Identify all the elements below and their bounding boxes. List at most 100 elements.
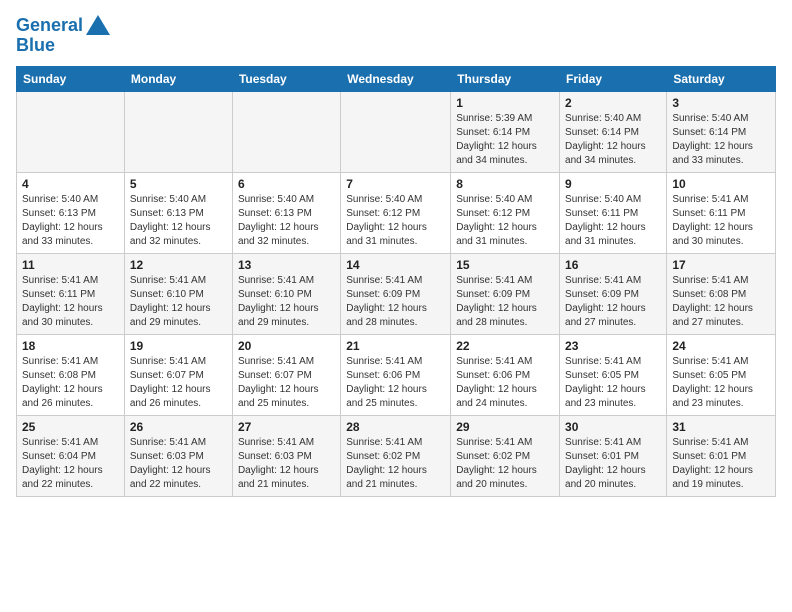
day-info: Sunrise: 5:40 AM Sunset: 6:11 PM Dayligh… — [565, 193, 661, 249]
calendar-cell: 2 Sunrise: 5:40 AM Sunset: 6:14 PM Daylig… — [560, 91, 667, 172]
day-number: 21 — [346, 339, 445, 353]
day-number: 26 — [130, 420, 227, 434]
day-number: 16 — [565, 258, 661, 272]
day-number: 1 — [456, 96, 554, 110]
calendar-cell: 16 Sunrise: 5:41 AM Sunset: 6:09 PM Dayli… — [560, 253, 667, 334]
day-number: 23 — [565, 339, 661, 353]
day-info: Sunrise: 5:40 AM Sunset: 6:12 PM Dayligh… — [346, 193, 445, 249]
calendar-cell: 6 Sunrise: 5:40 AM Sunset: 6:13 PM Daylig… — [232, 172, 340, 253]
calendar-body: 1 Sunrise: 5:39 AM Sunset: 6:14 PM Daylig… — [17, 91, 776, 496]
logo: General Blue — [16, 16, 110, 56]
logo-text: General — [16, 16, 110, 36]
day-header-tuesday: Tuesday — [232, 66, 340, 91]
day-number: 29 — [456, 420, 554, 434]
day-header-friday: Friday — [560, 66, 667, 91]
calendar-cell: 19 Sunrise: 5:41 AM Sunset: 6:07 PM Dayli… — [124, 334, 232, 415]
calendar-header: SundayMondayTuesdayWednesdayThursdayFrid… — [17, 66, 776, 91]
calendar-cell: 31 Sunrise: 5:41 AM Sunset: 6:01 PM Dayli… — [667, 415, 776, 496]
calendar-cell — [341, 91, 451, 172]
calendar-cell: 5 Sunrise: 5:40 AM Sunset: 6:13 PM Daylig… — [124, 172, 232, 253]
day-info: Sunrise: 5:41 AM Sunset: 6:11 PM Dayligh… — [22, 274, 119, 330]
calendar-cell: 24 Sunrise: 5:41 AM Sunset: 6:05 PM Dayli… — [667, 334, 776, 415]
day-info: Sunrise: 5:40 AM Sunset: 6:13 PM Dayligh… — [238, 193, 335, 249]
calendar-cell: 23Sunrise: 5:41 AM Sunset: 6:05 PM Dayli… — [560, 334, 667, 415]
calendar-cell: 22 Sunrise: 5:41 AM Sunset: 6:06 PM Dayli… — [451, 334, 560, 415]
day-number: 2 — [565, 96, 661, 110]
calendar-cell: 11 Sunrise: 5:41 AM Sunset: 6:11 PM Dayli… — [17, 253, 125, 334]
day-number: 6 — [238, 177, 335, 191]
calendar-week-1: 4 Sunrise: 5:40 AM Sunset: 6:13 PM Daylig… — [17, 172, 776, 253]
calendar-table: SundayMondayTuesdayWednesdayThursdayFrid… — [16, 66, 776, 497]
calendar-cell: 13 Sunrise: 5:41 AM Sunset: 6:10 PM Dayli… — [232, 253, 340, 334]
calendar-cell: 18 Sunrise: 5:41 AM Sunset: 6:08 PM Dayli… — [17, 334, 125, 415]
calendar-cell: 26 Sunrise: 5:41 AM Sunset: 6:03 PM Dayli… — [124, 415, 232, 496]
logo-text2: Blue — [16, 36, 110, 56]
day-info: Sunrise: 5:41 AM Sunset: 6:09 PM Dayligh… — [346, 274, 445, 330]
calendar-cell: 28 Sunrise: 5:41 AM Sunset: 6:02 PM Dayli… — [341, 415, 451, 496]
day-info: Sunrise: 5:40 AM Sunset: 6:12 PM Dayligh… — [456, 193, 554, 249]
day-number: 3 — [672, 96, 770, 110]
day-header-saturday: Saturday — [667, 66, 776, 91]
day-info: Sunrise: 5:41 AM Sunset: 6:11 PM Dayligh… — [672, 193, 770, 249]
day-number: 4 — [22, 177, 119, 191]
day-header-sunday: Sunday — [17, 66, 125, 91]
day-info: Sunrise: 5:41 AM Sunset: 6:03 PM Dayligh… — [130, 436, 227, 492]
day-info: Sunrise: 5:41 AM Sunset: 6:09 PM Dayligh… — [565, 274, 661, 330]
calendar-week-3: 18 Sunrise: 5:41 AM Sunset: 6:08 PM Dayli… — [17, 334, 776, 415]
day-header-wednesday: Wednesday — [341, 66, 451, 91]
day-number: 27 — [238, 420, 335, 434]
day-info: Sunrise: 5:41 AM Sunset: 6:10 PM Dayligh… — [238, 274, 335, 330]
calendar-cell: 10 Sunrise: 5:41 AM Sunset: 6:11 PM Dayli… — [667, 172, 776, 253]
day-number: 19 — [130, 339, 227, 353]
day-info: Sunrise: 5:39 AM Sunset: 6:14 PM Dayligh… — [456, 112, 554, 168]
calendar-cell: 14 Sunrise: 5:41 AM Sunset: 6:09 PM Dayli… — [341, 253, 451, 334]
calendar-cell — [232, 91, 340, 172]
day-number: 9 — [565, 177, 661, 191]
calendar-cell: 8 Sunrise: 5:40 AM Sunset: 6:12 PM Daylig… — [451, 172, 560, 253]
day-number: 10 — [672, 177, 770, 191]
calendar-cell — [124, 91, 232, 172]
calendar-cell: 25Sunrise: 5:41 AM Sunset: 6:04 PM Dayli… — [17, 415, 125, 496]
day-info: Sunrise: 5:41 AM Sunset: 6:01 PM Dayligh… — [672, 436, 770, 492]
day-info: Sunrise: 5:41 AM Sunset: 6:05 PM Dayligh… — [672, 355, 770, 411]
day-info: Sunrise: 5:41 AM Sunset: 6:02 PM Dayligh… — [346, 436, 445, 492]
calendar-cell: 4Sunrise: 5:40 AM Sunset: 6:13 PM Daylig… — [17, 172, 125, 253]
calendar-cell: 21Sunrise: 5:41 AM Sunset: 6:06 PM Dayli… — [341, 334, 451, 415]
day-info: Sunrise: 5:41 AM Sunset: 6:09 PM Dayligh… — [456, 274, 554, 330]
calendar-week-2: 11 Sunrise: 5:41 AM Sunset: 6:11 PM Dayli… — [17, 253, 776, 334]
day-info: Sunrise: 5:41 AM Sunset: 6:04 PM Dayligh… — [22, 436, 119, 492]
day-number: 5 — [130, 177, 227, 191]
day-info: Sunrise: 5:41 AM Sunset: 6:01 PM Dayligh… — [565, 436, 661, 492]
day-number: 30 — [565, 420, 661, 434]
day-header-thursday: Thursday — [451, 66, 560, 91]
calendar-cell: 3 Sunrise: 5:40 AM Sunset: 6:14 PM Daylig… — [667, 91, 776, 172]
day-number: 22 — [456, 339, 554, 353]
day-info: Sunrise: 5:41 AM Sunset: 6:02 PM Dayligh… — [456, 436, 554, 492]
day-number: 24 — [672, 339, 770, 353]
calendar-week-4: 25Sunrise: 5:41 AM Sunset: 6:04 PM Dayli… — [17, 415, 776, 496]
day-number: 31 — [672, 420, 770, 434]
day-number: 14 — [346, 258, 445, 272]
day-info: Sunrise: 5:41 AM Sunset: 6:07 PM Dayligh… — [238, 355, 335, 411]
calendar-cell — [17, 91, 125, 172]
calendar-week-0: 1 Sunrise: 5:39 AM Sunset: 6:14 PM Daylig… — [17, 91, 776, 172]
day-info: Sunrise: 5:41 AM Sunset: 6:07 PM Dayligh… — [130, 355, 227, 411]
day-info: Sunrise: 5:40 AM Sunset: 6:13 PM Dayligh… — [130, 193, 227, 249]
calendar-cell: 7Sunrise: 5:40 AM Sunset: 6:12 PM Daylig… — [341, 172, 451, 253]
day-number: 28 — [346, 420, 445, 434]
day-number: 13 — [238, 258, 335, 272]
day-number: 8 — [456, 177, 554, 191]
day-info: Sunrise: 5:41 AM Sunset: 6:10 PM Dayligh… — [130, 274, 227, 330]
calendar-cell: 1 Sunrise: 5:39 AM Sunset: 6:14 PM Daylig… — [451, 91, 560, 172]
day-info: Sunrise: 5:40 AM Sunset: 6:14 PM Dayligh… — [565, 112, 661, 168]
calendar-cell: 9 Sunrise: 5:40 AM Sunset: 6:11 PM Daylig… — [560, 172, 667, 253]
day-info: Sunrise: 5:40 AM Sunset: 6:14 PM Dayligh… — [672, 112, 770, 168]
day-number: 18 — [22, 339, 119, 353]
calendar-cell: 12Sunrise: 5:41 AM Sunset: 6:10 PM Dayli… — [124, 253, 232, 334]
day-info: Sunrise: 5:41 AM Sunset: 6:06 PM Dayligh… — [456, 355, 554, 411]
calendar-cell: 15 Sunrise: 5:41 AM Sunset: 6:09 PM Dayli… — [451, 253, 560, 334]
day-number: 11 — [22, 258, 119, 272]
day-header-monday: Monday — [124, 66, 232, 91]
day-number: 15 — [456, 258, 554, 272]
day-info: Sunrise: 5:41 AM Sunset: 6:08 PM Dayligh… — [22, 355, 119, 411]
